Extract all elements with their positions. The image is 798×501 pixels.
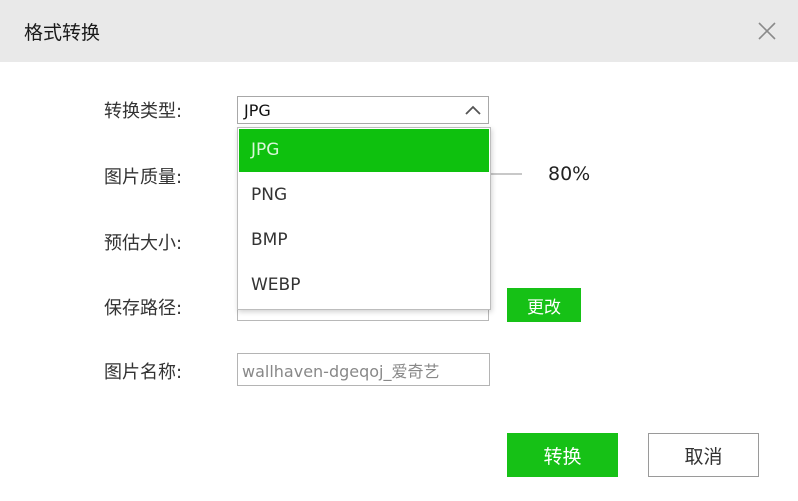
type-label: 转换类型: [104,101,183,122]
type-dropdown-menu: JPG PNG BMP WEBP [237,127,491,310]
convert-button[interactable]: 转换 [507,433,618,477]
dialog-titlebar: 格式转换 [0,0,798,62]
estimate-label: 预估大小: [104,233,183,254]
quality-slider[interactable] [490,173,522,175]
quality-label: 图片质量: [104,167,183,188]
change-path-button[interactable]: 更改 [507,288,581,322]
dropdown-option-png[interactable]: PNG [239,174,489,217]
quality-value: 80% [548,163,591,185]
chevron-up-icon [465,105,481,115]
name-label: 图片名称: [104,362,183,383]
close-button[interactable] [755,19,779,43]
cancel-button[interactable]: 取消 [648,433,759,477]
dropdown-option-jpg[interactable]: JPG [239,129,489,172]
dropdown-option-bmp[interactable]: BMP [239,219,489,262]
type-select-value: JPG [244,101,271,120]
dropdown-option-webp[interactable]: WEBP [239,264,489,307]
dialog-title: 格式转换 [24,22,101,44]
path-label: 保存路径: [104,298,183,319]
format-convert-dialog: 格式转换 转换类型: JPG 图片质量: 80% 预估大小: 保存路径: 更改 … [0,0,798,501]
close-icon [758,22,776,40]
image-name-input[interactable] [237,353,490,386]
type-select[interactable]: JPG [237,96,489,124]
